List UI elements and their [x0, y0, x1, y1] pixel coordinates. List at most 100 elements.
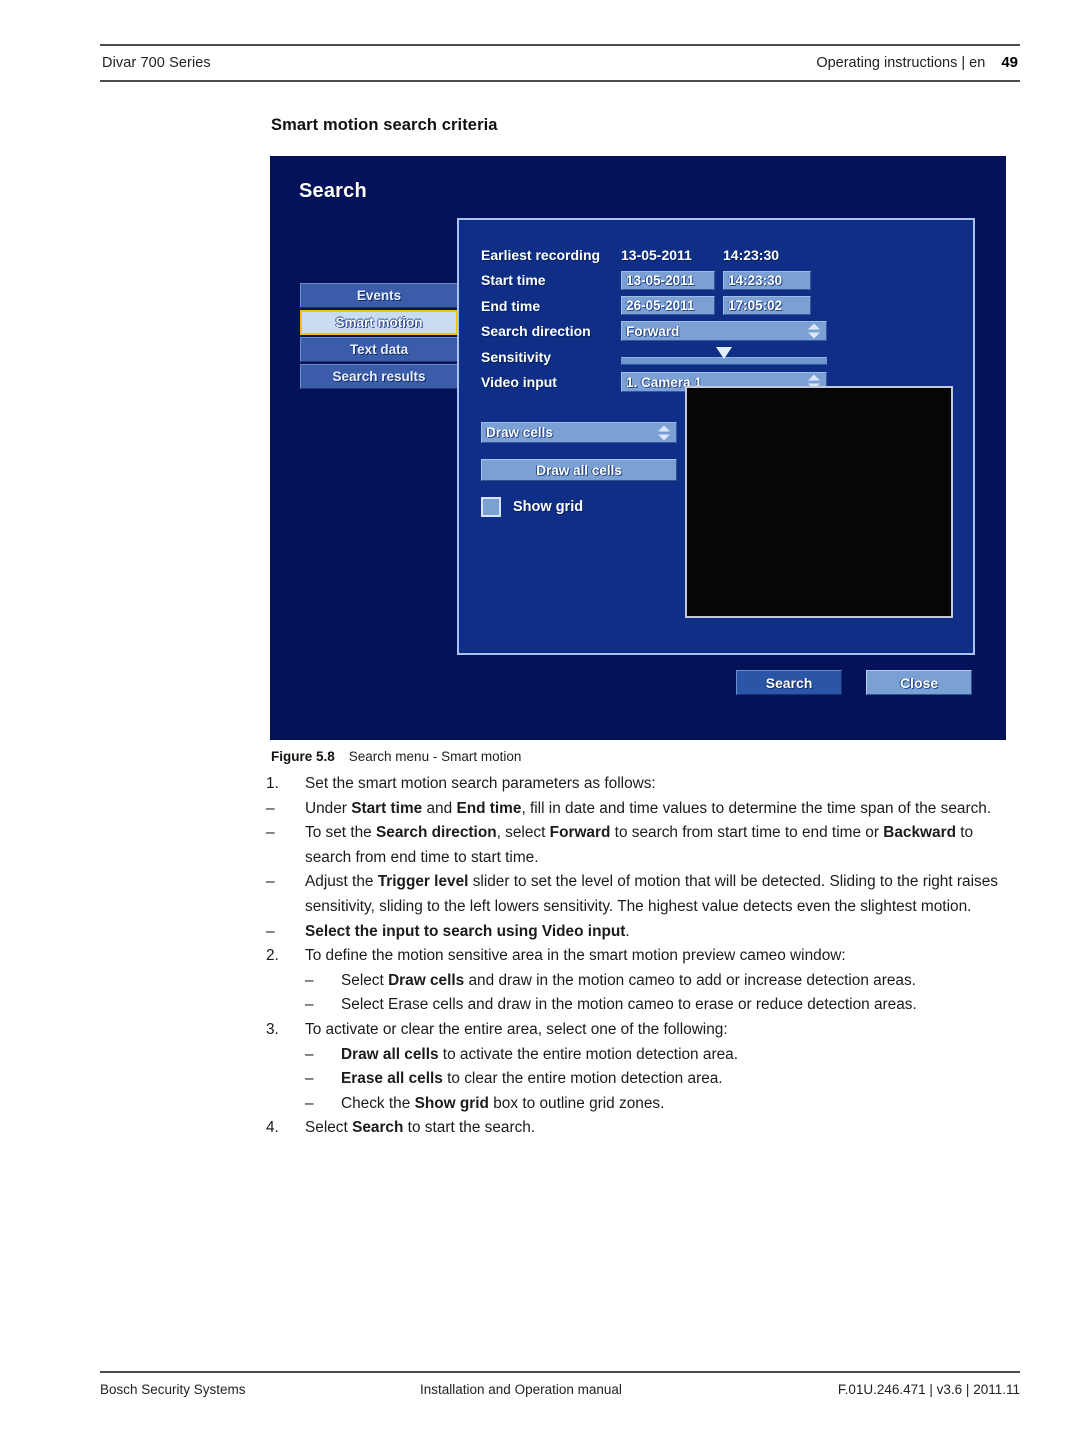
section-title: Smart motion search criteria	[271, 116, 498, 134]
draw-mode-select[interactable]: Draw cells	[481, 422, 677, 443]
sidebar-item-search-results[interactable]: Search results	[300, 364, 458, 389]
footer-manual-type: Installation and Operation manual	[420, 1382, 622, 1397]
row-sensitivity: Sensitivity	[481, 344, 957, 370]
list-item-marker: 2.	[266, 947, 279, 965]
close-button-label: Close	[899, 674, 939, 691]
start-time-time-input[interactable]: 14:23:30	[723, 270, 811, 290]
slider-thumb[interactable]	[716, 346, 732, 359]
end-time-label: End time	[481, 297, 541, 314]
instruction-list: 1. Set the smart motion search parameters…	[266, 772, 1021, 1141]
search-button-label: Search	[765, 674, 813, 691]
list-item: – Under Start time and End time, fill in …	[266, 797, 1021, 822]
dvr-screen-title: Search	[299, 180, 367, 202]
row-start-time: Start time 13-05-2011 14:23:30	[481, 268, 957, 294]
earliest-recording-label: Earliest recording	[481, 246, 601, 263]
list-item-marker: 1.	[266, 775, 279, 792]
sidebar-item-label: Text data	[349, 342, 409, 357]
footer-company: Bosch Security Systems	[100, 1382, 246, 1397]
list-item: – Select Draw cells and draw in the motio…	[266, 969, 1021, 994]
header-document-type: Operating instructions | en	[816, 55, 986, 71]
list-item: – Adjust the Trigger level slider to set …	[266, 870, 1021, 919]
draw-all-cells-label: Draw all cells	[536, 462, 622, 478]
list-item-text: To set the Search direction, select Forw…	[305, 824, 974, 866]
sensitivity-label: Sensitivity	[481, 348, 552, 365]
earliest-recording-date: 13-05-2011	[621, 246, 692, 263]
list-item: 1. Set the smart motion search parameters…	[266, 772, 1021, 797]
spinner-updown-icon	[658, 425, 671, 440]
list-item-marker: –	[305, 971, 314, 989]
search-direction-select[interactable]: Forward	[621, 321, 827, 342]
list-item-text: To define the motion sensitive area in t…	[305, 947, 846, 965]
list-item-marker: –	[305, 1045, 314, 1063]
start-time-date-input[interactable]: 13-05-2011	[621, 270, 715, 290]
sidebar-item-label: Smart motion	[335, 315, 423, 330]
row-end-time: End time 26-05-2011 17:05:02	[481, 293, 957, 319]
draw-controls: Draw cells Draw all cells Show grid	[481, 422, 691, 517]
list-item-marker: –	[305, 1094, 314, 1112]
row-search-direction: Search direction Forward	[481, 319, 957, 345]
video-input-label: Video input	[481, 374, 557, 391]
draw-mode-value: Draw cells	[486, 425, 553, 440]
sensitivity-slider[interactable]	[621, 346, 827, 367]
figure-caption: Figure 5.8 Search menu - Smart motion	[271, 749, 521, 764]
list-item-marker: –	[266, 799, 275, 817]
show-grid-checkbox[interactable]	[481, 497, 501, 517]
spinner-updown-icon	[808, 323, 821, 339]
list-item-text: Adjust the Trigger level slider to set t…	[305, 873, 998, 915]
sidebar-item-smart-motion[interactable]: Smart motion	[300, 310, 458, 335]
dialog-action-buttons: Search Close	[736, 670, 976, 695]
sidebar-item-label: Search results	[332, 369, 426, 384]
list-item-text: Select Search to start the search.	[305, 1119, 536, 1137]
start-time-label: Start time	[481, 272, 546, 289]
list-item-marker: –	[305, 1070, 314, 1088]
list-item-text: Set the smart motion search parameters a…	[305, 775, 656, 792]
list-item-text: Select Erase cells and draw in the motio…	[341, 996, 917, 1014]
search-button[interactable]: Search	[736, 670, 842, 695]
list-item-text: Draw all cells to activate the entire mo…	[341, 1045, 738, 1063]
page-header: Divar 700 Series Operating instructions …	[100, 44, 1020, 82]
list-item-text: Check the Show grid box to outline grid …	[341, 1094, 665, 1112]
sidebar-item-label: Events	[356, 288, 402, 303]
list-item-marker: –	[266, 922, 275, 940]
search-criteria-form: Earliest recording 13-05-2011 14:23:30 S…	[481, 242, 957, 395]
end-time-time-input[interactable]: 17:05:02	[723, 296, 811, 316]
show-grid-row: Show grid	[481, 497, 691, 517]
show-grid-label: Show grid	[513, 499, 584, 515]
list-item: – Check the Show grid box to outline grid…	[266, 1092, 1021, 1117]
search-direction-value: Forward	[626, 323, 680, 339]
list-item: – Erase all cells to clear the entire mot…	[266, 1067, 1021, 1092]
figure-caption-label: Figure 5.8	[271, 749, 335, 764]
list-item: 2. To define the motion sensitive area in…	[266, 944, 1021, 969]
dvr-sidebar-tabs: Events Smart motion Text data Search res…	[300, 283, 458, 391]
sidebar-item-events[interactable]: Events	[300, 283, 458, 308]
header-rule-bottom	[100, 80, 1020, 82]
figure-dvr-screenshot: Search Events Smart motion Text data Sea…	[270, 156, 1006, 740]
list-item: – Select Erase cells and draw in the moti…	[266, 993, 1021, 1018]
footer-document-id: F.01U.246.471 | v3.6 | 2011.11	[837, 1382, 1020, 1397]
end-time-date-input[interactable]: 26-05-2011	[621, 296, 715, 316]
list-item-text: Under Start time and End time, fill in d…	[305, 799, 992, 817]
close-button[interactable]: Close	[866, 670, 972, 695]
sidebar-item-text-data[interactable]: Text data	[300, 337, 458, 362]
header-product-title: Divar 700 Series	[102, 55, 211, 71]
list-item-text: Erase all cells to clear the entire moti…	[341, 1070, 723, 1088]
list-item-marker: –	[305, 996, 314, 1014]
list-item: 4. Select Search to start the search.	[266, 1116, 1021, 1141]
list-item: – Select the input to search using Video …	[266, 920, 1021, 945]
list-item: – To set the Search direction, select For…	[266, 821, 1021, 870]
list-item: 3. To activate or clear the entire area, …	[266, 1018, 1021, 1043]
figure-caption-text: Search menu - Smart motion	[348, 749, 522, 764]
list-item-marker: 4.	[266, 1119, 279, 1137]
list-item-marker: 3.	[266, 1020, 279, 1038]
smart-motion-dialog: Earliest recording 13-05-2011 14:23:30 S…	[457, 218, 975, 655]
draw-all-cells-button[interactable]: Draw all cells	[481, 459, 677, 481]
page-footer: Bosch Security Systems Installation and …	[100, 1371, 1020, 1397]
earliest-recording-time: 14:23:30	[723, 246, 780, 263]
list-item-marker: –	[266, 824, 275, 842]
list-item-text: Select the input to search using Video i…	[305, 922, 630, 940]
page-number: 49	[1001, 54, 1018, 71]
list-item-text: To activate or clear the entire area, se…	[305, 1020, 728, 1038]
list-item-text: Select Draw cells and draw in the motion…	[341, 971, 916, 989]
row-earliest-recording: Earliest recording 13-05-2011 14:23:30	[481, 242, 957, 268]
motion-preview-cameo[interactable]	[685, 386, 953, 618]
